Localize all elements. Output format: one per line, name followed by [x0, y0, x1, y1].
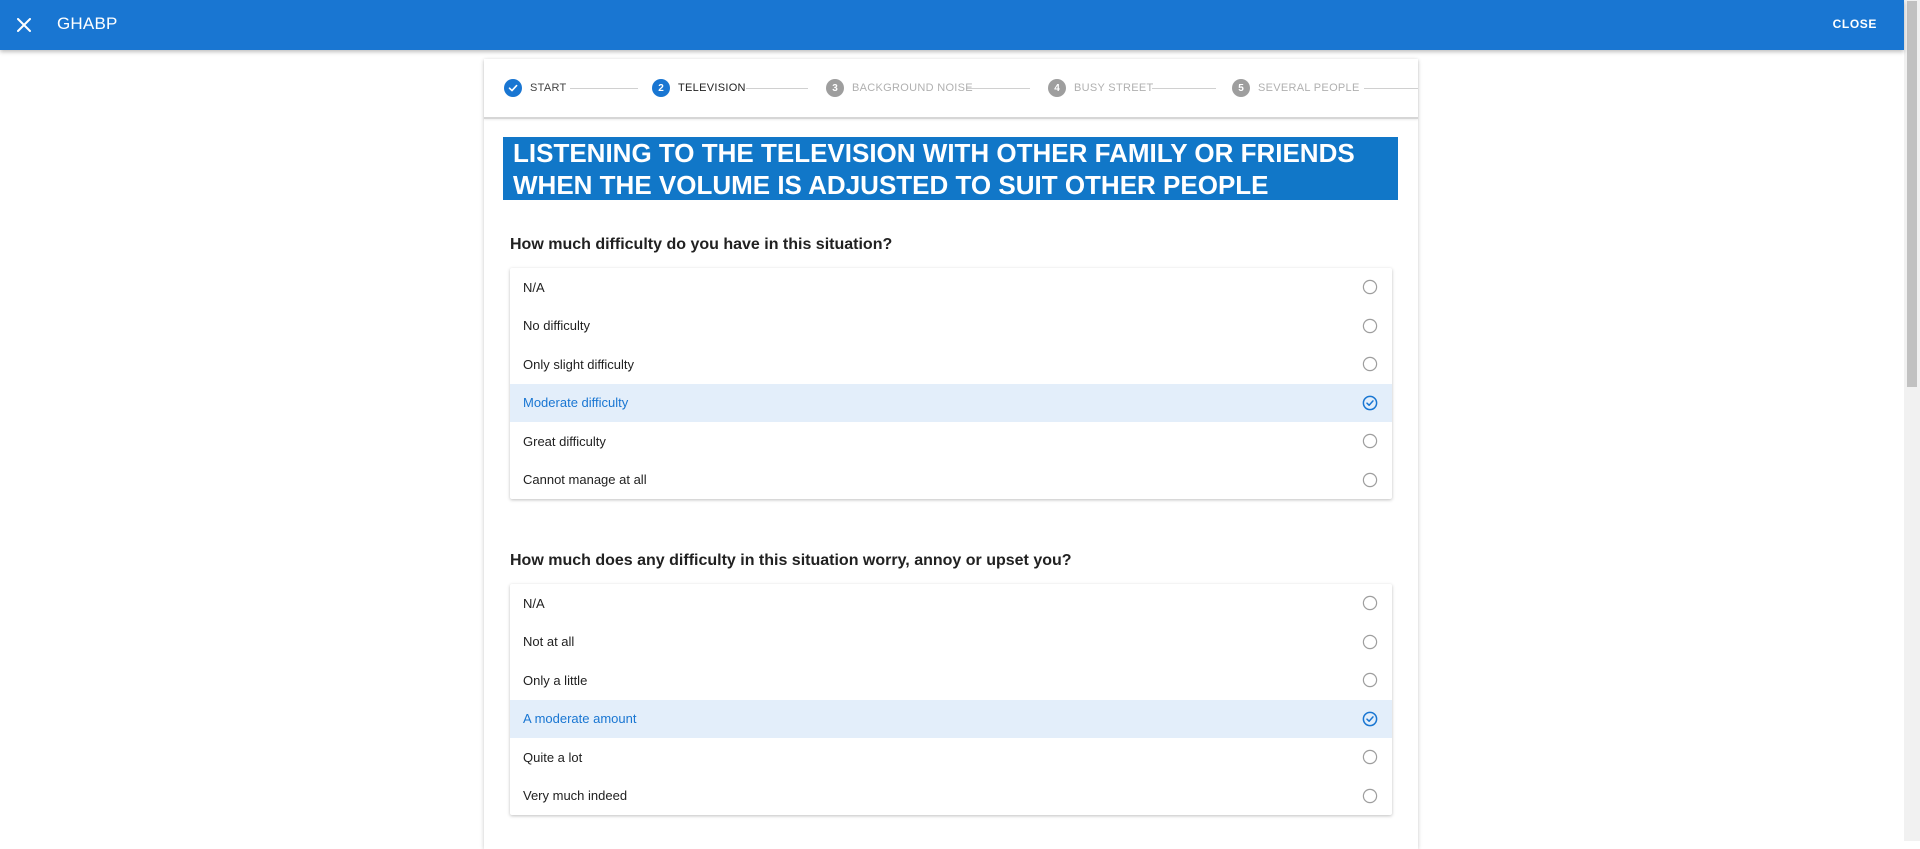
radio-checked-icon[interactable]	[1362, 395, 1378, 411]
step-connector	[746, 88, 808, 89]
question-worry: How much does any difficulty in this sit…	[510, 552, 1072, 569]
radio-unchecked-icon[interactable]	[1362, 595, 1378, 611]
answer-option[interactable]: A moderate amount	[510, 699, 1392, 738]
answer-option[interactable]: Moderate difficulty	[510, 383, 1392, 422]
step-connector	[1152, 88, 1216, 89]
step-number: 2	[652, 79, 670, 97]
answer-option-label: Only slight difficulty	[523, 356, 635, 372]
radio-unchecked-icon[interactable]	[1362, 634, 1378, 650]
step-label: SEVERAL PEOPLE	[1258, 82, 1360, 94]
situation-title-line: LISTENING TO THE TELEVISION WITH OTHER F…	[513, 138, 1355, 168]
radio-unchecked-icon[interactable]	[1362, 749, 1378, 765]
step-number: 4	[1048, 79, 1066, 97]
radio-unchecked-icon[interactable]	[1362, 788, 1378, 804]
check-icon	[504, 79, 522, 97]
step-background-noise[interactable]: 3 BACKGROUND NOISE	[826, 78, 973, 98]
step-number: 3	[826, 79, 844, 97]
step-television[interactable]: 2 TELEVISION	[652, 78, 746, 98]
answer-option[interactable]: Very much indeed	[510, 777, 1392, 816]
answer-option-label: N/A	[523, 279, 545, 295]
step-connector	[570, 88, 638, 89]
answer-option-label: N/A	[523, 595, 545, 611]
step-label: TELEVISION	[678, 82, 746, 94]
answer-option-label: Moderate difficulty	[523, 395, 629, 411]
questionnaire-panel: START 2 TELEVISION 3 BACKGROUND NOISE 4 …	[484, 59, 1418, 849]
answer-option[interactable]: Not at all	[510, 623, 1392, 662]
radio-checked-icon[interactable]	[1362, 711, 1378, 727]
answer-option[interactable]: Cannot manage at all	[510, 461, 1392, 500]
step-label: START	[530, 82, 567, 94]
answer-option[interactable]: Only a little	[510, 661, 1392, 700]
answer-option[interactable]: N/A	[510, 584, 1392, 623]
step-label: BACKGROUND NOISE	[852, 82, 973, 94]
close-icon[interactable]	[12, 13, 36, 37]
app-title: GHABP	[57, 14, 118, 33]
answer-option[interactable]: Great difficulty	[510, 422, 1392, 461]
answer-option[interactable]: Only slight difficulty	[510, 345, 1392, 384]
question-difficulty: How much difficulty do you have in this …	[510, 236, 893, 253]
worry-options: N/A Not at all Only a little A moderate amo…	[510, 584, 1392, 815]
answer-option[interactable]: N/A	[510, 268, 1392, 307]
answer-option-label: Cannot manage at all	[523, 472, 647, 488]
app-bar: GHABP CLOSE	[0, 0, 1904, 50]
answer-option-label: Quite a lot	[523, 749, 583, 765]
answer-option-label: A moderate amount	[523, 711, 637, 727]
stepper: START 2 TELEVISION 3 BACKGROUND NOISE 4 …	[484, 59, 1418, 119]
answer-option-label: Only a little	[523, 672, 588, 688]
scrollbar-thumb[interactable]	[1907, 1, 1917, 387]
answer-option[interactable]: No difficulty	[510, 307, 1392, 346]
answer-option-label: Not at all	[523, 634, 575, 650]
situation-title: LISTENING TO THE TELEVISION WITH OTHER F…	[503, 137, 1398, 200]
difficulty-options: N/A No difficulty Only slight difficulty Mo…	[510, 268, 1392, 499]
radio-unchecked-icon[interactable]	[1362, 472, 1378, 488]
step-label: BUSY STREET	[1074, 82, 1154, 94]
step-number: 5	[1232, 79, 1250, 97]
answer-option-label: Great difficulty	[523, 433, 606, 449]
radio-unchecked-icon[interactable]	[1362, 356, 1378, 372]
answer-option-label: No difficulty	[523, 318, 590, 334]
step-connector	[966, 88, 1030, 89]
step-busy-street[interactable]: 4 BUSY STREET	[1048, 78, 1154, 98]
answer-option[interactable]: Quite a lot	[510, 738, 1392, 777]
situation-title-line: WHEN THE VOLUME IS ADJUSTED TO SUIT OTHE…	[513, 170, 1269, 200]
radio-unchecked-icon[interactable]	[1362, 279, 1378, 295]
radio-unchecked-icon[interactable]	[1362, 433, 1378, 449]
scrollbar[interactable]	[1904, 0, 1920, 841]
close-button[interactable]: CLOSE	[1833, 17, 1877, 31]
radio-unchecked-icon[interactable]	[1362, 672, 1378, 688]
step-start[interactable]: START	[504, 78, 567, 98]
radio-unchecked-icon[interactable]	[1362, 318, 1378, 334]
step-several-people[interactable]: 5 SEVERAL PEOPLE	[1232, 78, 1360, 98]
answer-option-label: Very much indeed	[523, 788, 628, 804]
step-connector	[1364, 88, 1418, 89]
